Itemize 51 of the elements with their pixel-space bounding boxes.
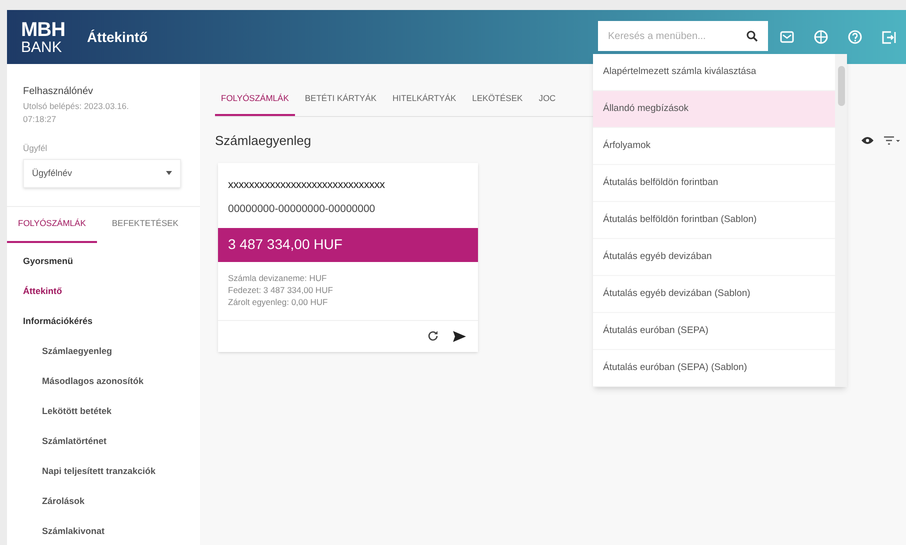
client-label: Ügyfél xyxy=(23,142,48,155)
logout-icon[interactable] xyxy=(882,30,896,44)
account-detail: Számla devizaneme: HUF xyxy=(228,272,328,284)
account-tab[interactable]: BETÉTI KÁRTYÁK xyxy=(298,82,382,116)
account-tab[interactable]: FOLYÓSZÁMLÁK xyxy=(215,82,295,116)
last-login-text: Utolsó belépés: 2023.03.16. 07:18:27 xyxy=(23,100,130,126)
account-detail: Zárolt egyenleg: 0,00 HUF xyxy=(228,296,329,308)
account-tab[interactable]: HITELKÁRTYÁK xyxy=(386,82,462,116)
menu-item[interactable]: Alapértelmezett számla kiválasztása xyxy=(593,54,835,91)
sidebar-tab[interactable]: BEFEKTETÉSEK xyxy=(100,206,190,243)
search-field[interactable]: Keresés a menüben... xyxy=(598,21,768,51)
sidebar-item[interactable]: Lekötött betétek xyxy=(7,396,200,427)
menu-item[interactable]: Árfolyamok xyxy=(593,128,835,165)
filter-icon[interactable] xyxy=(884,136,900,146)
logo: MBH BANK xyxy=(21,20,66,54)
page-title: Áttekintő xyxy=(87,28,148,46)
username: Felhasználónév xyxy=(23,85,94,99)
sidebar-item[interactable]: Napi teljesített tranzakciók xyxy=(7,456,200,487)
menu-item[interactable]: Átutalás egyéb devizában xyxy=(593,239,835,276)
eye-icon[interactable] xyxy=(861,136,874,146)
mail-icon[interactable] xyxy=(780,31,794,43)
account-name: xxxxxxxxxxxxxxxxxxxxxxxxxxxxxx xyxy=(227,178,386,192)
send-icon[interactable] xyxy=(453,330,466,342)
client-select[interactable]: Ügyfélnév xyxy=(23,158,181,188)
menu-item[interactable]: Átutalás egyéb devizában (Sablon) xyxy=(593,276,835,313)
balance-bar: 3 487 334,00 HUF xyxy=(218,228,478,262)
help-icon[interactable] xyxy=(848,30,862,44)
sidebar-item[interactable]: Számlatörténet xyxy=(7,426,200,457)
menu-item[interactable]: Átutalás belföldön forintban (Sablon) xyxy=(593,202,835,239)
account-tab[interactable]: LEKÖTÉSEK xyxy=(466,82,529,116)
sidebar-item[interactable]: Gyorsmenü xyxy=(7,246,200,277)
account-tab[interactable]: JOC xyxy=(532,82,562,116)
menu-item[interactable]: Állandó megbízások xyxy=(593,91,835,128)
sidebar-item[interactable]: Áttekintő xyxy=(7,276,200,307)
sidebar-item[interactable]: Információkérés xyxy=(7,306,200,337)
globe-icon[interactable] xyxy=(814,30,828,44)
sidebar-tab[interactable]: FOLYÓSZÁMLÁK xyxy=(7,206,97,243)
sidebar-item[interactable]: Számlakivonat xyxy=(7,516,200,545)
sidebar-item[interactable]: Másodlagos azonosítók xyxy=(7,366,200,397)
menu-item[interactable]: Átutalás belföldön forintban xyxy=(593,165,835,202)
refresh-icon[interactable] xyxy=(427,330,439,342)
sidebar-item[interactable]: Zárolások xyxy=(7,486,200,517)
dropdown-caret-icon xyxy=(166,171,172,176)
scrollbar[interactable] xyxy=(835,54,847,387)
menu-item[interactable]: Átutalás euróban (SEPA) xyxy=(593,313,835,350)
account-number: 00000000-00000000-00000000 xyxy=(227,202,376,217)
search-icon[interactable] xyxy=(746,30,758,42)
sidebar-item[interactable]: Számlaegyenleg xyxy=(7,336,200,367)
section-title: Számlaegyenleg xyxy=(215,132,312,150)
menu-item[interactable]: Átutalás euróban (SEPA) (Sablon) xyxy=(593,350,835,387)
account-detail: Fedezet: 3 487 334,00 HUF xyxy=(228,284,334,296)
